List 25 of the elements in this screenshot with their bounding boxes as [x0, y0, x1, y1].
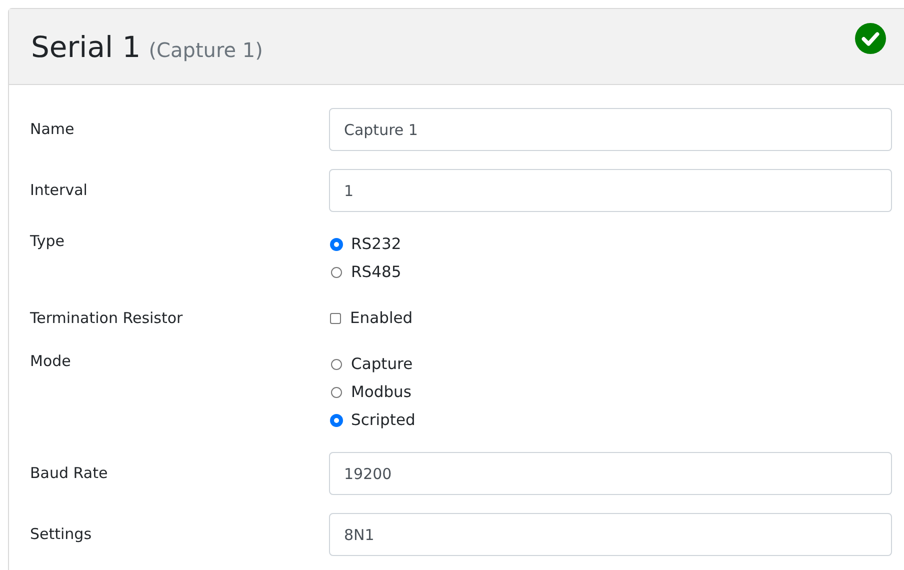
card-title: Serial 1	[31, 30, 141, 64]
radio-button[interactable]	[331, 266, 342, 278]
radio-button[interactable]	[331, 238, 342, 250]
field-label: Mode	[30, 351, 72, 372]
radio-option[interactable]: Capture	[329, 350, 892, 378]
text-field[interactable]: 1	[329, 169, 892, 212]
field-label: Type	[30, 231, 66, 252]
field-label: Settings	[30, 524, 93, 545]
text-field[interactable]: 8N1	[329, 513, 892, 556]
radio-option[interactable]: Scripted	[329, 406, 892, 434]
radio-button[interactable]	[331, 358, 342, 370]
radio-option[interactable]: RS232	[329, 230, 892, 258]
checkbox-option[interactable]: Enabled	[329, 304, 892, 332]
card-subtitle: (Capture 1)	[148, 38, 263, 62]
radio-option[interactable]: Modbus	[329, 378, 892, 406]
text-field[interactable]: Capture 1	[329, 108, 892, 151]
field-label: Baud Rate	[30, 463, 109, 484]
text-field[interactable]: 19200	[329, 452, 892, 495]
checkbox[interactable]	[330, 312, 341, 324]
field-label: Interval	[30, 180, 88, 201]
field-label: Termination Resistor	[30, 308, 184, 329]
field-label: Name	[30, 119, 76, 140]
radio-button[interactable]	[331, 386, 342, 398]
radio-button[interactable]	[331, 414, 342, 426]
radio-option[interactable]: RS485	[329, 258, 892, 286]
